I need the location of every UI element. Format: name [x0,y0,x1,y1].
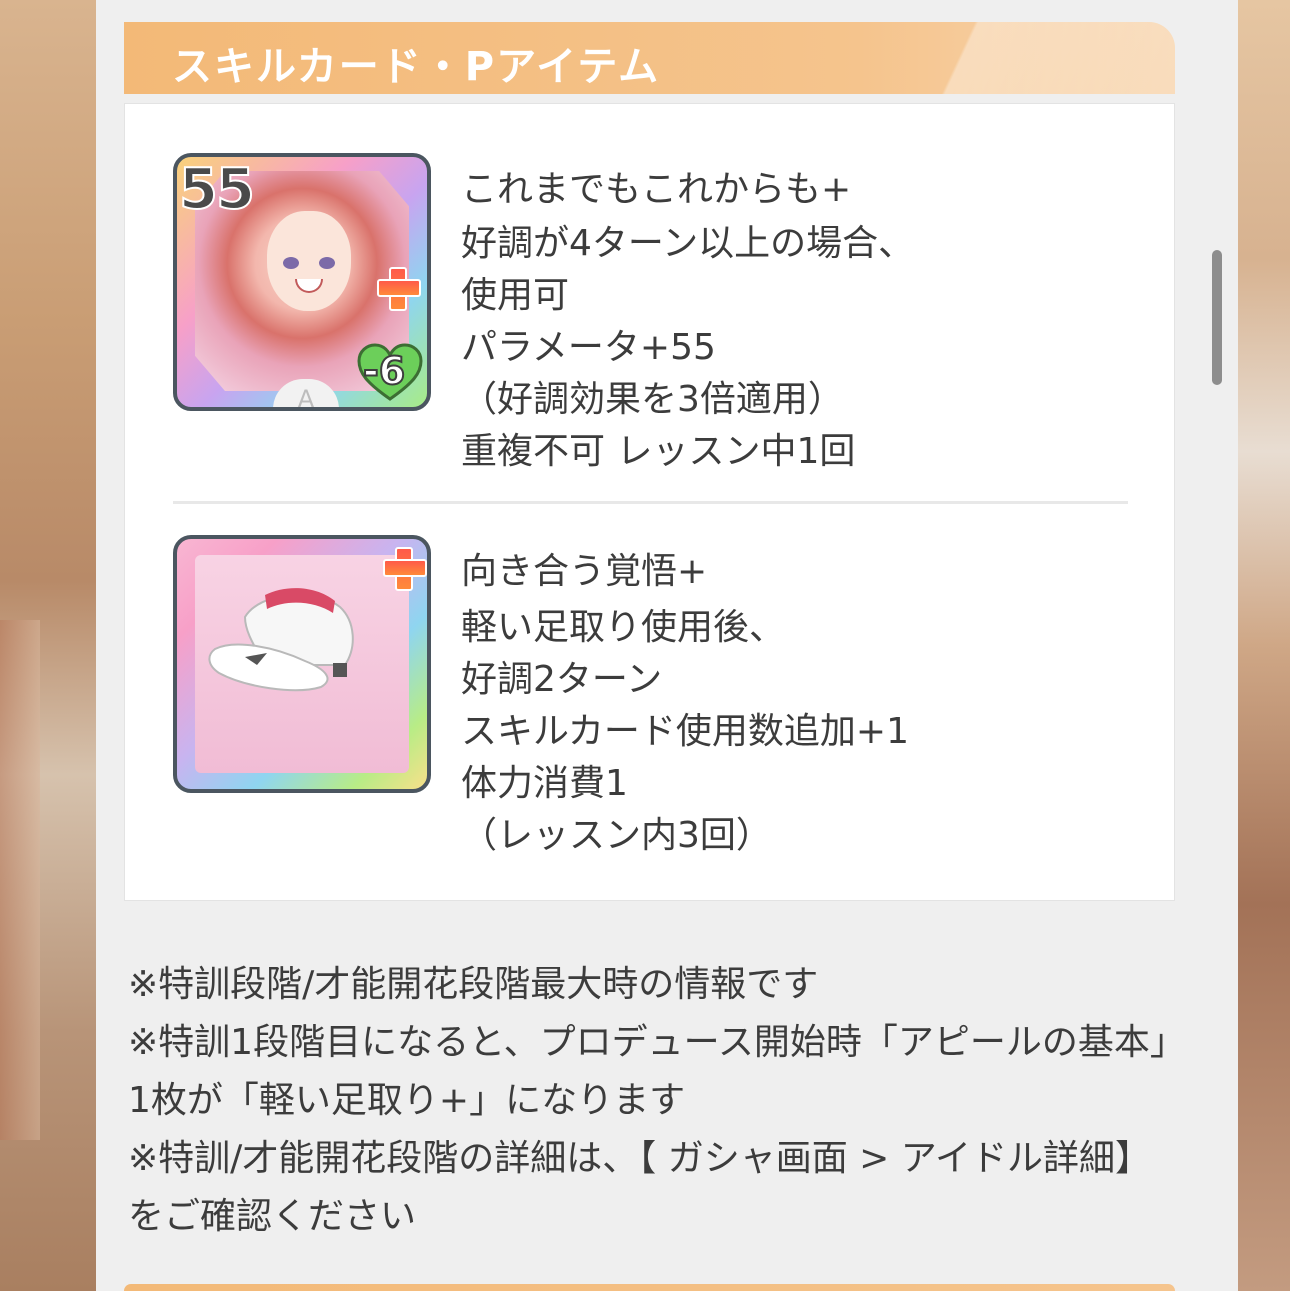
notes: ※特訓段階/才能開花段階最大時の情報です ※特訓1段階目になると、プロデュース開… [128,956,1168,1246]
description-line: パラメータ+55 [461,327,716,368]
description-line: 軽い足取り使用後、 [461,607,786,648]
divider [173,501,1128,504]
section-header: スキルカード・Pアイテム [124,22,1175,94]
cost-number: 55 [178,157,256,223]
description-line: （レッスン内3回） [461,815,772,856]
description-line: 使用可 [461,275,570,316]
description-line: 好調2ターン [461,659,663,700]
next-section-header [124,1284,1175,1291]
item-name: これまでもこれからも+ [461,169,852,210]
item-description: 軽い足取り使用後、 好調2ターン スキルカード使用数追加+1 体力消費1 （レッ… [461,602,909,862]
note-text: ※特訓1段階目になると、プロデュース開始時「アピールの基本」1枚が「軽い足取り+… [128,1022,1168,1121]
section-title: スキルカード・Pアイテム [172,44,661,90]
scrollbar[interactable] [1212,250,1222,385]
cap-icon [208,588,354,692]
note-text: ※特訓/才能開花段階の詳細は、【 ガシャ画面 > アイドル詳細】をご確認ください [128,1138,1151,1237]
plus-icon [381,545,427,591]
description-line: 重複不可 レッスン中1回 [461,431,856,472]
item-description: 好調が4ターン以上の場合、 使用可 パラメータ+55 （好調効果を3倍適用） 重… [461,218,914,478]
item-name: 向き合う覚悟+ [461,551,708,592]
stamina-cost: -6 [362,348,406,394]
description-line: 好調が4ターン以上の場合、 [461,223,915,264]
background-right [1238,0,1290,1291]
idol-face [267,211,351,311]
description-line: スキルカード使用数追加+1 [461,711,909,752]
skill-card-list: 55 A -6 これまでもこれからも+ 好調が4ターン以上の場合、 使用可 パラ… [124,103,1175,901]
background-left [0,0,96,1291]
p-item-icon[interactable] [173,535,431,793]
description-line: （好調効果を3倍適用） [461,379,844,420]
note-text: ※特訓段階/才能開花段階最大時の情報です [128,964,819,1005]
description-line: 体力消費1 [461,763,628,804]
plus-icon [375,265,421,311]
stamina-cost-heart-icon: -6 [357,343,423,403]
skill-card-icon[interactable]: 55 A -6 [173,153,431,411]
